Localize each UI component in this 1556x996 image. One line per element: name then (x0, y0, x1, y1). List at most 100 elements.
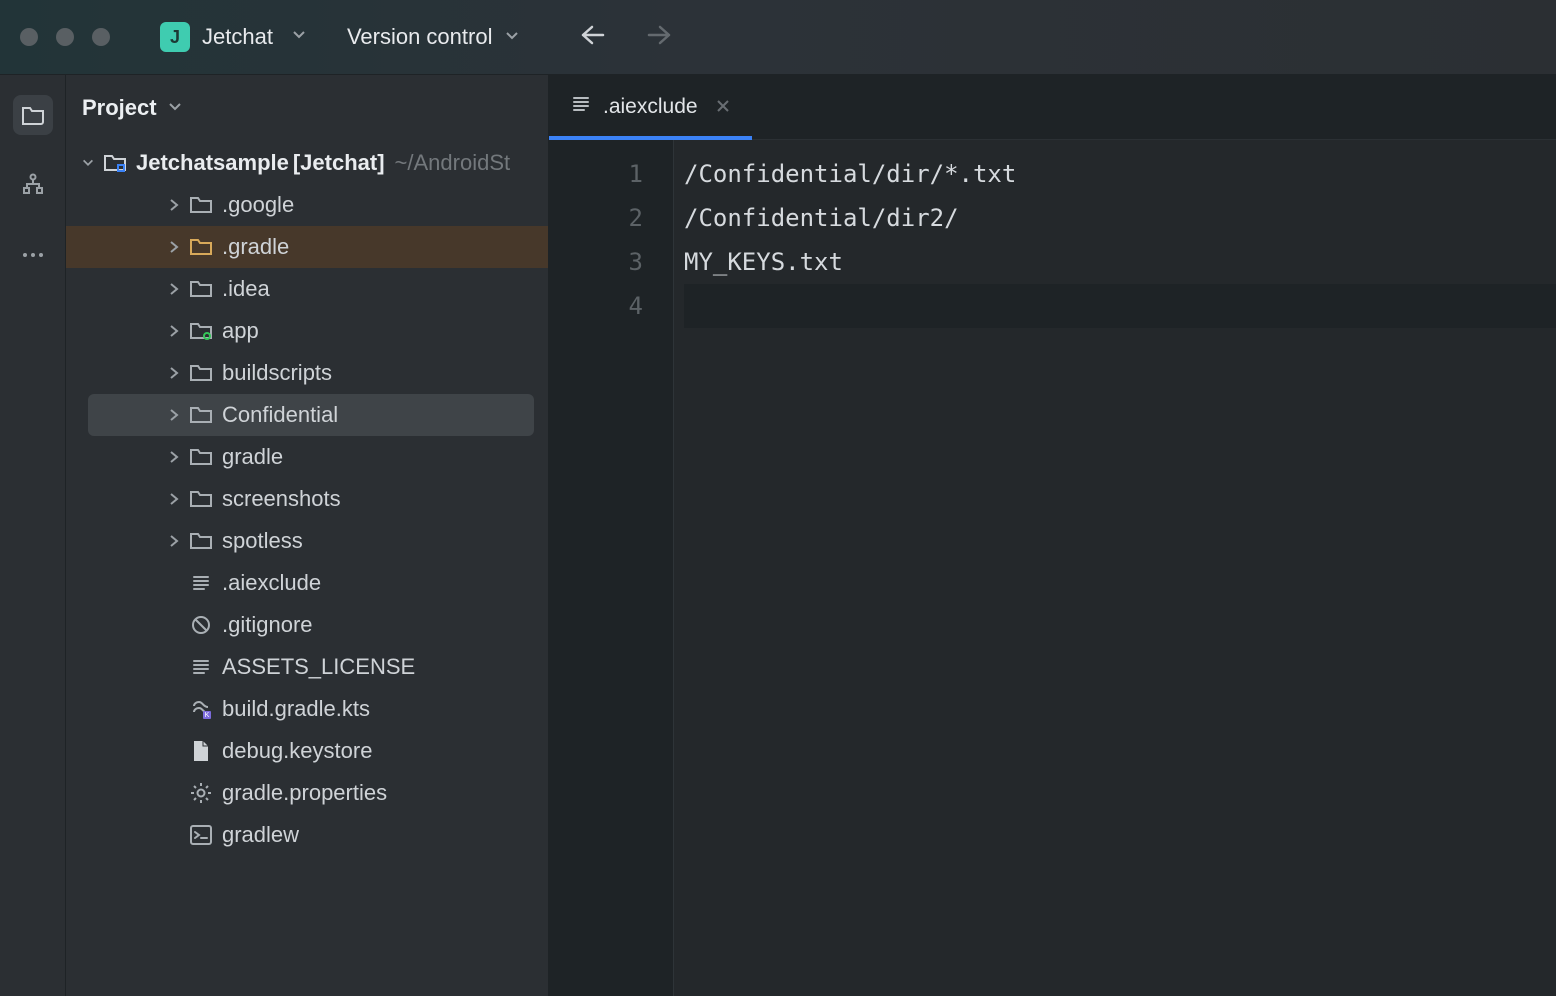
project-panel: Project Jetchatsample [Jetchat] ~/Androi… (66, 75, 549, 996)
lines-icon (188, 657, 214, 677)
tree-root-path: ~/AndroidSt (395, 150, 511, 176)
folder-icon (188, 279, 214, 299)
code-line[interactable]: /Confidential/dir2/ (684, 196, 1556, 240)
term-icon (188, 825, 214, 845)
structure-icon (21, 173, 45, 197)
module-icon (102, 153, 128, 173)
project-tool-button[interactable] (13, 95, 53, 135)
close-window-icon[interactable] (20, 28, 38, 46)
tree-item-label: Confidential (222, 402, 338, 428)
tree-item-label: gradle.properties (222, 780, 387, 806)
module-icon (188, 321, 214, 341)
folder-icon (188, 405, 214, 425)
tree-item[interactable]: app (66, 310, 548, 352)
project-panel-header[interactable]: Project (66, 75, 548, 140)
vcs-menu[interactable]: Version control (347, 24, 521, 50)
folder-icon (188, 489, 214, 509)
tree-item-label: gradlew (222, 822, 299, 848)
folder-y-icon (188, 237, 214, 257)
minimize-window-icon[interactable] (56, 28, 74, 46)
tree-item[interactable]: ASSETS_LICENSE (66, 646, 548, 688)
tree-item-label: spotless (222, 528, 303, 554)
kts-icon: K (188, 699, 214, 719)
tree-item[interactable]: Kbuild.gradle.kts (66, 688, 548, 730)
close-icon[interactable] (716, 95, 730, 119)
tree-item-label: app (222, 318, 259, 344)
tree-root-bracket: [Jetchat] (293, 150, 385, 176)
project-selector[interactable]: J Jetchat (160, 22, 307, 52)
chevron-down-icon (291, 27, 307, 48)
chevron-right-icon[interactable] (160, 408, 188, 422)
chevron-down-icon[interactable] (74, 156, 102, 170)
folder-icon (188, 363, 214, 383)
chevron-right-icon[interactable] (160, 492, 188, 506)
code-line[interactable]: /Confidential/dir/*.txt (684, 152, 1556, 196)
folder-icon (21, 104, 45, 126)
main: Project Jetchatsample [Jetchat] ~/Androi… (0, 75, 1556, 996)
more-icon (21, 251, 45, 259)
forward-button[interactable] (646, 24, 672, 51)
tree-item[interactable]: .gradle (66, 226, 548, 268)
folder-icon (188, 447, 214, 467)
svg-text:K: K (205, 712, 210, 719)
code-line[interactable]: MY_KEYS.txt (684, 240, 1556, 284)
tree-item-label: .google (222, 192, 294, 218)
chevron-right-icon[interactable] (160, 324, 188, 338)
tree-root-label: Jetchatsample (136, 150, 289, 176)
file-icon (188, 740, 214, 762)
chevron-right-icon[interactable] (160, 450, 188, 464)
editor: .aiexclude 1234 /Confidential/dir/*.txt/… (549, 75, 1556, 996)
tree-item[interactable]: gradle.properties (66, 772, 548, 814)
tree-item[interactable]: gradle (66, 436, 548, 478)
editor-tab[interactable]: .aiexclude (549, 75, 752, 139)
structure-tool-button[interactable] (13, 165, 53, 205)
tree-item[interactable]: .gitignore (66, 604, 548, 646)
editor-tab-label: .aiexclude (603, 95, 698, 119)
tree-item[interactable]: .google (66, 184, 548, 226)
chevron-down-icon (167, 95, 183, 121)
editor-tabs: .aiexclude (549, 75, 1556, 140)
gear-icon (188, 782, 214, 804)
chevron-right-icon[interactable] (160, 366, 188, 380)
chevron-right-icon[interactable] (160, 240, 188, 254)
vcs-label: Version control (347, 24, 493, 50)
tree-item-label: build.gradle.kts (222, 696, 370, 722)
gutter: 1234 (549, 140, 674, 996)
tree-item[interactable]: screenshots (66, 478, 548, 520)
tree-root[interactable]: Jetchatsample [Jetchat] ~/AndroidSt (66, 142, 548, 184)
tree-item[interactable]: .idea (66, 268, 548, 310)
tree-item-label: gradle (222, 444, 283, 470)
window-controls (20, 28, 110, 46)
code-line[interactable] (684, 284, 1556, 328)
tree-item[interactable]: Confidential (66, 394, 548, 436)
zoom-window-icon[interactable] (92, 28, 110, 46)
tree-item[interactable]: buildscripts (66, 352, 548, 394)
tree-item[interactable]: .aiexclude (66, 562, 548, 604)
more-tool-button[interactable] (13, 235, 53, 275)
lines-icon (188, 573, 214, 593)
titlebar: J Jetchat Version control (0, 0, 1556, 75)
file-lines-icon (571, 94, 591, 120)
line-number: 2 (549, 196, 643, 240)
chevron-right-icon[interactable] (160, 534, 188, 548)
chevron-right-icon[interactable] (160, 198, 188, 212)
tree-item[interactable]: gradlew (66, 814, 548, 856)
tree-item[interactable]: debug.keystore (66, 730, 548, 772)
project-icon: J (160, 22, 190, 52)
chevron-right-icon[interactable] (160, 282, 188, 296)
line-number: 3 (549, 240, 643, 284)
project-name: Jetchat (202, 24, 273, 50)
code-area[interactable]: 1234 /Confidential/dir/*.txt/Confidentia… (549, 140, 1556, 996)
tree-item-label: screenshots (222, 486, 341, 512)
nav-arrows (580, 24, 672, 51)
tree-item-label: .idea (222, 276, 270, 302)
folder-icon (188, 195, 214, 215)
folder-icon (188, 531, 214, 551)
project-tree[interactable]: Jetchatsample [Jetchat] ~/AndroidSt .goo… (66, 140, 548, 996)
back-button[interactable] (580, 24, 606, 51)
tree-item-label: buildscripts (222, 360, 332, 386)
code-content[interactable]: /Confidential/dir/*.txt/Confidential/dir… (674, 140, 1556, 996)
tree-item[interactable]: spotless (66, 520, 548, 562)
line-number: 4 (549, 284, 643, 328)
tree-item-label: ASSETS_LICENSE (222, 654, 415, 680)
